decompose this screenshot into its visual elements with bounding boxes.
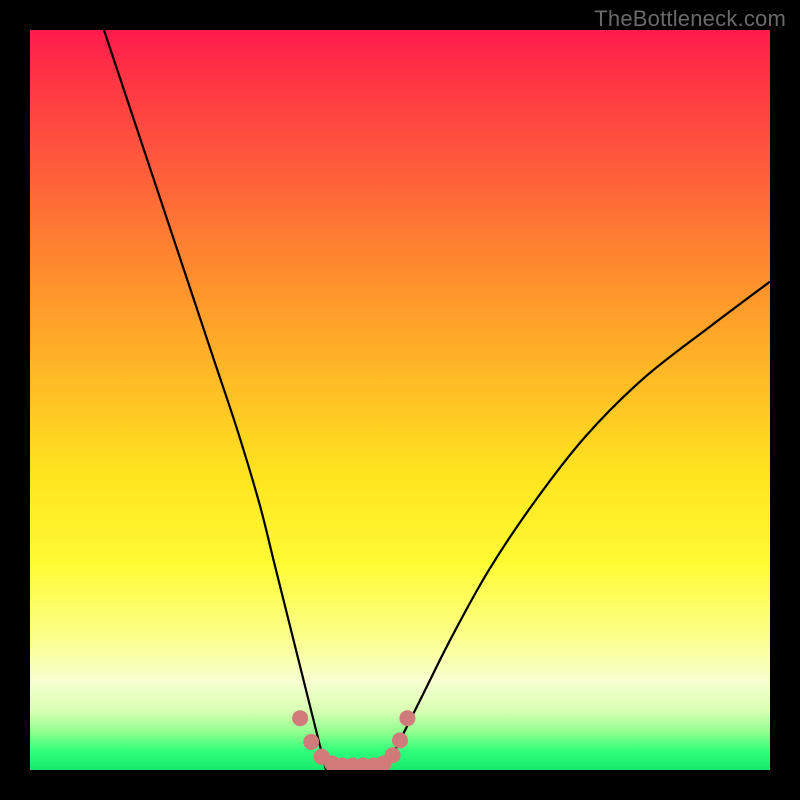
right-curve-path	[385, 282, 770, 770]
curve-dot	[392, 732, 408, 748]
curve-dot	[399, 710, 415, 726]
curve-layer	[30, 30, 770, 770]
curve-dot	[385, 747, 401, 763]
curve-dot	[292, 710, 308, 726]
bottom-dots-group	[292, 710, 415, 770]
curve-dot	[303, 734, 319, 750]
chart-frame: TheBottleneck.com	[0, 0, 800, 800]
left-curve-path	[104, 30, 326, 770]
plot-area	[30, 30, 770, 770]
watermark-text: TheBottleneck.com	[594, 6, 786, 32]
